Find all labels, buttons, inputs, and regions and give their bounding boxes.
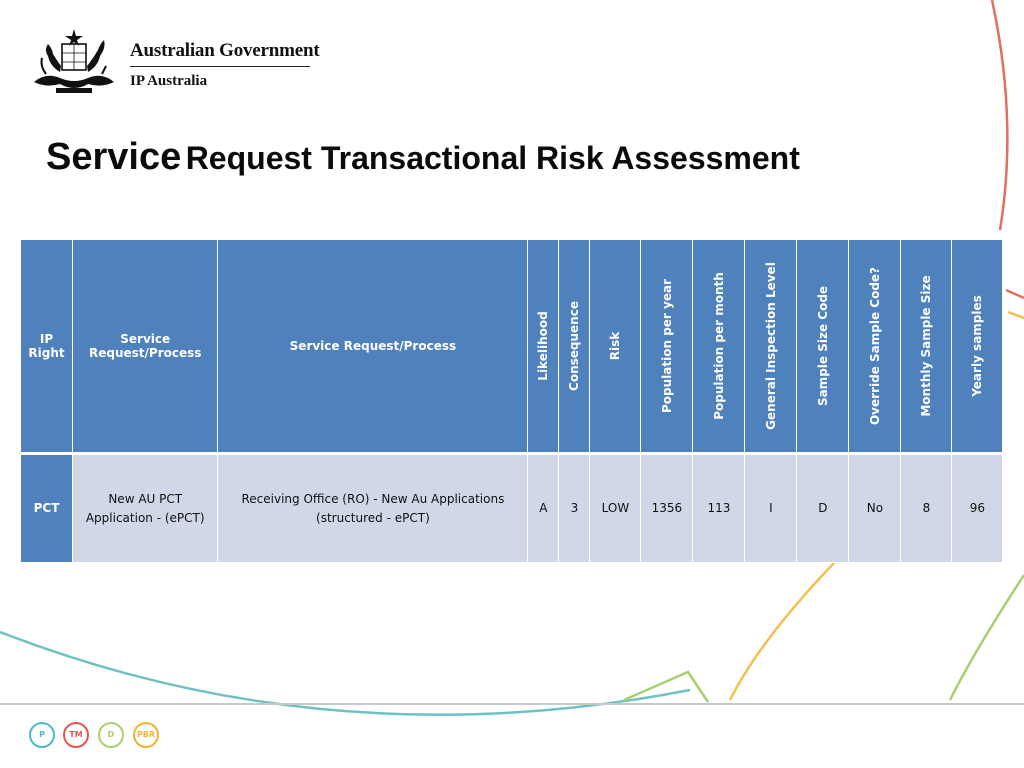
trade-marks-badge-icon: TM: [63, 722, 89, 748]
risk-table-container: IP Right Service Request/Process Service…: [20, 239, 1004, 563]
header-population-year: Population per year: [640, 239, 694, 455]
government-name: Australian Government: [130, 40, 320, 61]
header-process: Service Request/Process: [217, 239, 529, 455]
title-rest: Request Transactional Risk Assessment: [185, 140, 800, 176]
header-monthly-sample: Monthly Sample Size: [900, 239, 953, 455]
cell-risk: LOW: [589, 453, 642, 563]
cell-monthly-sample: 8: [900, 453, 953, 563]
coat-of-arms-icon: [34, 29, 114, 93]
page-title: Service Request Transactional Risk Asses…: [46, 136, 800, 179]
agency-name: IP Australia: [130, 73, 208, 89]
header-population-month: Population per month: [692, 239, 746, 455]
cell-population-year: 1356: [640, 453, 694, 563]
cell-population-month: 113: [692, 453, 746, 563]
cell-ip-right: PCT: [20, 453, 73, 563]
header-override-code: Override Sample Code?: [848, 239, 902, 455]
cell-service: New AU PCT Application - (ePCT): [71, 453, 219, 563]
header-likelihood: Likelihood: [527, 239, 560, 455]
cell-consequence: 3: [558, 453, 591, 563]
title-first-word: Service: [46, 136, 182, 178]
header-divider: [130, 66, 310, 67]
government-logo: Australian Government IP Australia: [26, 26, 320, 96]
header-row: IP Right Service Request/Process Service…: [20, 239, 1004, 455]
cell-override-code: No: [848, 453, 902, 563]
patents-badge-icon: P: [29, 722, 55, 748]
header-yearly-samples: Yearly samples: [951, 239, 1004, 455]
cell-inspection-level: I: [744, 453, 798, 563]
cell-process: Receiving Office (RO) - New Au Applicati…: [217, 453, 529, 563]
footer-divider: [0, 703, 1024, 705]
header-consequence: Consequence: [558, 239, 591, 455]
header-service: Service Request/Process: [71, 239, 219, 455]
table-row: PCT New AU PCT Application - (ePCT) Rece…: [20, 453, 1004, 563]
cell-sample-size-code: D: [796, 453, 850, 563]
header-inspection-level: General Inspection Level: [744, 239, 798, 455]
header-ip-right: IP Right: [20, 239, 73, 455]
header-sample-size-code: Sample Size Code: [796, 239, 850, 455]
risk-assessment-table: IP Right Service Request/Process Service…: [20, 239, 1004, 563]
pbr-badge-icon: PBR: [133, 722, 159, 748]
cell-yearly-samples: 96: [951, 453, 1004, 563]
header-risk: Risk: [589, 239, 642, 455]
designs-badge-icon: D: [98, 722, 124, 748]
cell-likelihood: A: [527, 453, 560, 563]
